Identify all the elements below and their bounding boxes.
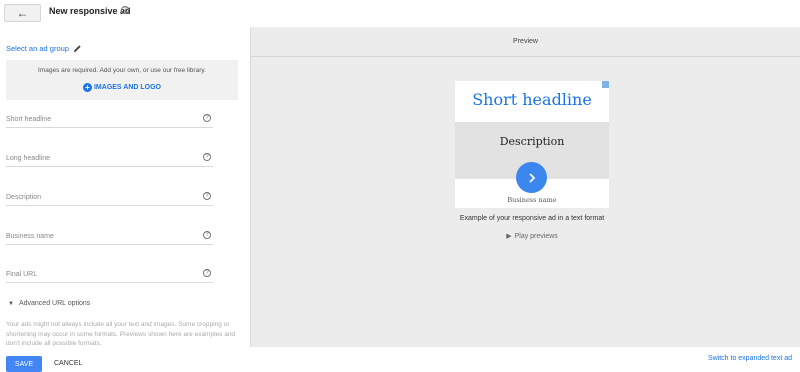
images-section: Images are required. Add your own, or us… xyxy=(6,60,238,100)
preview-header: Preview xyxy=(251,27,800,57)
ad-form-panel: Select an ad group Images are required. … xyxy=(0,27,250,347)
help-circle-icon[interactable]: ? xyxy=(203,269,211,277)
short-headline-label: Short headline xyxy=(6,116,52,123)
top-bar: ← New responsive ad ? xyxy=(0,0,800,26)
ad-headline: Short headline xyxy=(472,90,592,109)
images-and-logo-label: IMAGES AND LOGO xyxy=(93,84,162,91)
advanced-url-options-toggle[interactable]: ▼ Advanced URL options xyxy=(8,300,90,307)
long-headline-field[interactable]: Long headline ? xyxy=(6,153,213,167)
preview-panel: Preview Short headline Description Busin… xyxy=(250,27,800,347)
ad-preview-card: Short headline Description Business name xyxy=(455,81,609,208)
footer-bar: SAVE CANCEL Switch to expanded text ad xyxy=(0,347,800,372)
back-button[interactable]: ← xyxy=(4,4,41,22)
short-headline-field[interactable]: Short headline ? xyxy=(6,114,213,128)
play-previews-button[interactable]: ▶ Play previews xyxy=(455,232,609,241)
business-name-label: Business name xyxy=(6,233,54,240)
pencil-icon xyxy=(73,45,81,53)
business-name-field[interactable]: Business name ? xyxy=(6,231,213,245)
ad-choices-icon[interactable] xyxy=(602,81,609,88)
description-field[interactable]: Description ? xyxy=(6,192,213,206)
description-label: Description xyxy=(6,194,42,201)
help-circle-icon[interactable]: ? xyxy=(203,153,211,161)
ad-description: Description xyxy=(499,135,565,148)
page-title: New responsive ad xyxy=(49,6,131,16)
chevron-down-icon: ▼ xyxy=(8,300,14,307)
cancel-button[interactable]: CANCEL xyxy=(54,360,82,367)
play-previews-label: Play previews xyxy=(514,232,558,240)
advanced-url-options-label: Advanced URL options xyxy=(18,300,91,307)
ad-business-name: Business name xyxy=(507,196,557,204)
plus-circle-icon: + xyxy=(82,83,92,92)
final-url-label: Final URL xyxy=(6,271,38,278)
select-ad-group-label: Select an ad group xyxy=(6,44,69,53)
chevron-right-icon xyxy=(528,172,535,183)
final-url-field[interactable]: Final URL ? xyxy=(6,269,213,283)
long-headline-label: Long headline xyxy=(6,155,50,162)
images-and-logo-button[interactable]: + IMAGES AND LOGO xyxy=(6,83,238,92)
switch-to-expanded-text-ad-link[interactable]: Switch to expanded text ad xyxy=(708,355,792,362)
images-required-text: Images are required. Add your own, or us… xyxy=(38,67,206,74)
play-icon: ▶ xyxy=(506,233,512,240)
ad-cta-button[interactable] xyxy=(516,162,547,193)
select-ad-group-link[interactable]: Select an ad group xyxy=(6,44,82,53)
help-circle-icon[interactable]: ? xyxy=(121,6,129,14)
help-circle-icon[interactable]: ? xyxy=(203,231,211,239)
preview-caption: Example of your responsive ad in a text … xyxy=(459,215,605,222)
help-circle-icon[interactable]: ? xyxy=(203,114,211,122)
help-circle-icon[interactable]: ? xyxy=(203,192,211,200)
save-button[interactable]: SAVE xyxy=(6,356,42,372)
arrow-left-icon: ← xyxy=(16,6,29,20)
format-disclaimer: Your ads might not always include all yo… xyxy=(6,321,236,347)
